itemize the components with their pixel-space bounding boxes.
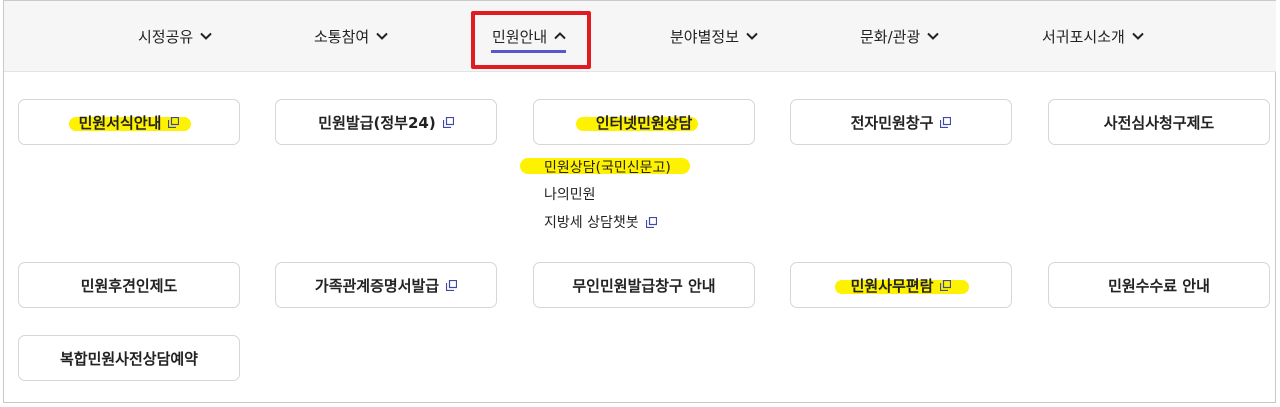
external-link-icon bbox=[940, 279, 952, 291]
external-link-icon bbox=[645, 216, 657, 228]
nav-label: 시정공유 bbox=[138, 27, 194, 46]
menu-tile-civil-handbook[interactable]: 민원사무편람 bbox=[790, 262, 1012, 308]
external-link-icon bbox=[446, 279, 458, 291]
nav-label: 분야별정보 bbox=[670, 27, 740, 46]
tile-label: 민원후견인제도 bbox=[80, 276, 178, 295]
chevron-up-icon bbox=[554, 32, 566, 40]
chevron-down-icon bbox=[376, 32, 388, 40]
menu-tile-guardian-system[interactable]: 민원후견인제도 bbox=[18, 262, 240, 308]
chevron-down-icon bbox=[1132, 32, 1144, 40]
tile-label: 가족관계증명서발급 bbox=[314, 276, 440, 295]
page-frame: 시정공유 소통참여 민원안내 분야별정보 문화/관광 서귀포시소개 민원서식안내… bbox=[3, 0, 1276, 403]
submenu-item-national-petition[interactable]: 민원상담(국민신문고) bbox=[544, 157, 671, 177]
nav-label: 민원안내 bbox=[492, 27, 548, 46]
tile-label: 민원서식안내 bbox=[78, 113, 162, 132]
menu-tile-civil-forms[interactable]: 민원서식안내 bbox=[18, 99, 240, 145]
tile-label: 인터넷민원상담 bbox=[595, 113, 693, 132]
submenu-item-tax-chatbot[interactable]: 지방세 상담챗봇 bbox=[544, 212, 657, 232]
nav-item-civil-service[interactable]: 민원안내 bbox=[492, 23, 567, 49]
nav-label: 소통참여 bbox=[314, 27, 370, 46]
external-link-icon bbox=[168, 116, 180, 128]
chevron-down-icon bbox=[927, 32, 939, 40]
menu-tile-fee-info[interactable]: 민원수수료 안내 bbox=[1048, 262, 1270, 308]
submenu-label: 지방세 상담챗봇 bbox=[544, 215, 639, 231]
tile-label: 민원사무편람 bbox=[850, 276, 934, 295]
tile-label: 민원수수료 안내 bbox=[1108, 276, 1210, 295]
nav-item-culture-tourism[interactable]: 문화/관광 bbox=[860, 23, 940, 49]
tile-label: 사전심사청구제도 bbox=[1103, 113, 1215, 132]
menu-tile-e-civil-window[interactable]: 전자민원창구 bbox=[790, 99, 1012, 145]
chevron-down-icon bbox=[200, 32, 212, 40]
external-link-icon bbox=[940, 116, 952, 128]
menu-tile-pre-review[interactable]: 사전심사청구제도 bbox=[1048, 99, 1270, 145]
chevron-down-icon bbox=[746, 32, 758, 40]
menu-tile-internet-consult[interactable]: 인터넷민원상담 bbox=[533, 99, 755, 145]
nav-item-participation[interactable]: 소통참여 bbox=[314, 23, 389, 49]
submenu-label: 나의민원 bbox=[544, 187, 596, 203]
menu-tile-family-certificate[interactable]: 가족관계증명서발급 bbox=[275, 262, 497, 308]
tile-label: 복합민원사전상담예약 bbox=[59, 349, 198, 368]
submenu-label: 민원상담(국민신문고) bbox=[544, 160, 671, 176]
menu-tile-complex-consult-reservation[interactable]: 복합민원사전상담예약 bbox=[18, 335, 240, 381]
nav-label: 서귀포시소개 bbox=[1042, 27, 1125, 46]
menu-tile-kiosk-info[interactable]: 무인민원발급창구 안내 bbox=[533, 262, 755, 308]
tile-label: 전자민원창구 bbox=[850, 113, 934, 132]
nav-label: 문화/관광 bbox=[860, 27, 921, 46]
nav-item-field-info[interactable]: 분야별정보 bbox=[670, 23, 759, 49]
external-link-icon bbox=[442, 116, 454, 128]
tile-label: 무인민원발급창구 안내 bbox=[572, 276, 716, 295]
menu-tile-civil-issuance[interactable]: 민원발급(정부24) bbox=[275, 99, 497, 145]
nav-item-city-intro[interactable]: 서귀포시소개 bbox=[1042, 23, 1145, 49]
nav-item-city-policy[interactable]: 시정공유 bbox=[138, 23, 213, 49]
submenu-item-my-petitions[interactable]: 나의민원 bbox=[544, 184, 596, 204]
active-tab-underline bbox=[491, 50, 566, 53]
top-navigation: 시정공유 소통참여 민원안내 분야별정보 문화/관광 서귀포시소개 bbox=[4, 1, 1276, 72]
tile-label: 민원발급(정부24) bbox=[318, 113, 436, 132]
